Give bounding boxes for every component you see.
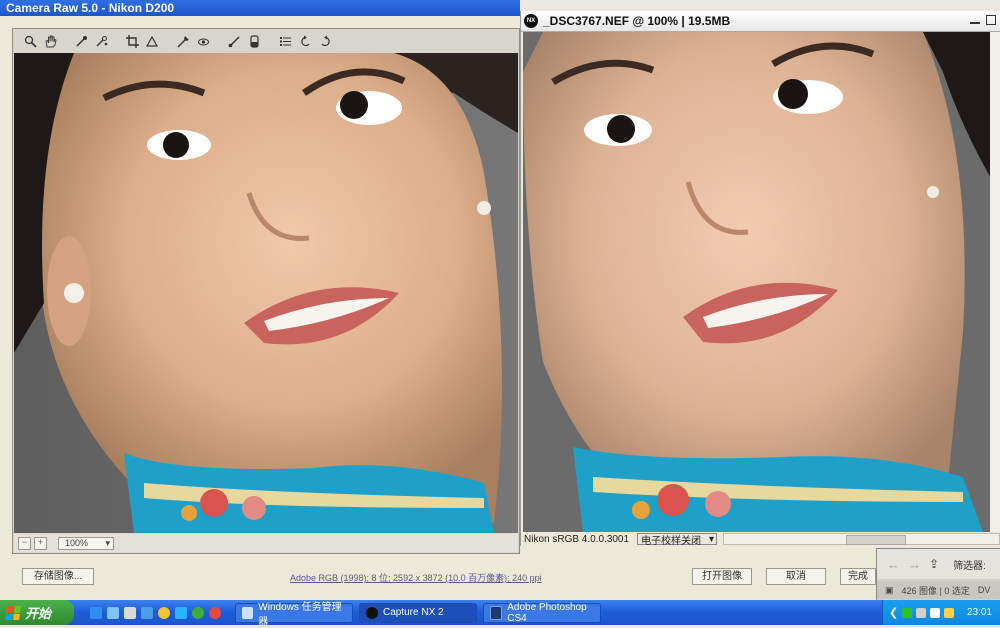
toolbar-separator (114, 34, 120, 49)
bridge-panel: ← → ⇪ 筛选器: ▣ 426 图像 | 0 选定 DV (876, 548, 1000, 600)
clock[interactable]: 23:01 (967, 607, 992, 618)
zoom-icon[interactable] (23, 34, 38, 49)
hand-icon[interactable] (43, 34, 58, 49)
toolbar-separator (63, 34, 69, 49)
tray-volume-icon[interactable] (944, 607, 955, 618)
rotate-left-icon[interactable] (298, 34, 313, 49)
graduated-filter-icon[interactable] (247, 34, 262, 49)
back-arrow-icon[interactable]: ← (887, 557, 900, 572)
save-image-button[interactable]: 存储图像... (22, 568, 94, 585)
photoshop-icon (490, 605, 503, 620)
capture-nx-horizontal-scrollbar[interactable] (723, 533, 1000, 545)
capture-nx-status-bar: Nikon sRGB 4.0.0.3001 电子校样关闭 ▾ (521, 532, 1000, 547)
capture-nx-vertical-scrollbar[interactable] (990, 32, 1000, 532)
eraser-icon[interactable] (124, 606, 136, 619)
spot-removal-icon[interactable] (176, 34, 191, 49)
bridge-status-text: 426 图像 | 0 选定 (901, 585, 970, 596)
grid-view-icon[interactable]: ▣ (885, 585, 894, 596)
portrait-image (14, 53, 518, 533)
filter-label: 筛选器: (953, 560, 986, 572)
done-button[interactable]: 完成 (840, 568, 876, 585)
task-label: Capture NX 2 (383, 607, 444, 618)
start-button[interactable]: 开始 (0, 600, 74, 625)
tray-expand-icon[interactable]: ❮ (889, 606, 898, 619)
color-profile-label: Nikon sRGB 4.0.0.3001 (524, 533, 630, 545)
rotate-right-icon[interactable] (318, 34, 333, 49)
camera-raw-title-bar: Camera Raw 5.0 - Nikon D200 (0, 0, 520, 16)
qq-icon[interactable] (158, 606, 170, 619)
forward-arrow-icon[interactable]: → (908, 557, 921, 572)
ie-icon[interactable] (90, 606, 102, 619)
start-label: 开始 (25, 606, 52, 621)
zoom-level-value: 100% (65, 538, 89, 548)
scrollbar-thumb[interactable] (846, 535, 907, 545)
color-sampler-icon[interactable] (94, 34, 109, 49)
system-tray: ❮ 23:01 (882, 600, 1000, 625)
export-icon[interactable]: ⇪ (929, 557, 939, 571)
document-icon[interactable] (141, 606, 153, 619)
camera-raw-title: Camera Raw 5.0 - Nikon D200 (6, 1, 175, 15)
straighten-icon[interactable] (145, 34, 160, 49)
adjustment-brush-icon[interactable] (227, 34, 242, 49)
zoom-out-button[interactable]: − (18, 536, 31, 550)
portrait-image (523, 32, 999, 532)
capture-nx-icon (366, 606, 378, 619)
open-image-button[interactable]: 打开图像 (692, 568, 752, 585)
capture-nx-logo-icon: NX (524, 14, 538, 28)
capture-nx-image[interactable] (523, 32, 999, 532)
task-button-task-manager[interactable]: Windows 任务管理器 (235, 602, 353, 628)
minimize-icon[interactable] (970, 15, 980, 24)
task-label: Adobe Photoshop CS4 (507, 601, 587, 624)
capture-nx-window: NX _DSC3767.NEF @ 100% | 19.5MB Nikon sR… (520, 11, 1000, 547)
chevron-down-icon: ▾ (709, 533, 715, 545)
zoom-in-button[interactable]: + (34, 536, 47, 550)
zoom-controls: − + 100% ▾ (14, 534, 518, 552)
task-label: Windows 任务管理器 (258, 601, 342, 628)
bridge-status-tail: DV (977, 585, 991, 595)
quick-launch (90, 606, 221, 619)
zoom-level-select[interactable]: 100% ▾ (58, 536, 114, 550)
soft-proof-select[interactable]: 电子校样关闭 ▾ (637, 533, 718, 547)
cancel-button[interactable]: 取消 (766, 568, 826, 585)
tray-network-icon[interactable] (902, 607, 913, 618)
bridge-status-bar: ▣ 426 图像 | 0 选定 DV (877, 581, 1000, 599)
toolbar-separator (267, 34, 273, 49)
bridge-toolbar: ← → ⇪ 筛选器: (877, 549, 1000, 579)
toolbar-separator (216, 34, 222, 49)
globe-icon[interactable] (192, 606, 204, 619)
windows-taskbar: 开始 Windows 任务管理器 Capture NX 2 Adobe Phot… (0, 600, 1000, 628)
toolbar-separator (165, 34, 171, 49)
capture-nx-title-bar[interactable]: NX _DSC3767.NEF @ 100% | 19.5MB (521, 11, 1000, 32)
lightning-icon[interactable] (175, 606, 187, 619)
task-button-capture-nx[interactable]: Capture NX 2 (359, 602, 477, 623)
chevron-down-icon: ▾ (105, 537, 110, 548)
workflow-options-link[interactable]: Adobe RGB (1998); 8 位; 2592 x 3872 (10.0… (290, 571, 542, 584)
capture-nx-title: _DSC3767.NEF @ 100% | 19.5MB (543, 14, 731, 28)
desktop-icon[interactable] (107, 606, 119, 619)
white-balance-icon[interactable] (74, 34, 89, 49)
camera-raw-preview-image[interactable] (14, 53, 518, 533)
tray-pen-icon[interactable] (916, 607, 927, 618)
soft-proof-value: 电子校样关闭 (641, 535, 702, 547)
windows-flag-icon (5, 605, 21, 620)
task-manager-icon (242, 606, 254, 619)
task-button-photoshop[interactable]: Adobe Photoshop CS4 (483, 601, 601, 624)
crop-icon[interactable] (125, 34, 140, 49)
camera-raw-toolbar (13, 29, 519, 53)
preferences-icon[interactable] (278, 34, 293, 49)
maximize-icon[interactable] (986, 15, 996, 25)
red-eye-icon[interactable] (196, 34, 211, 49)
tray-monitor-icon[interactable] (930, 607, 941, 618)
app-icon[interactable] (209, 606, 221, 619)
